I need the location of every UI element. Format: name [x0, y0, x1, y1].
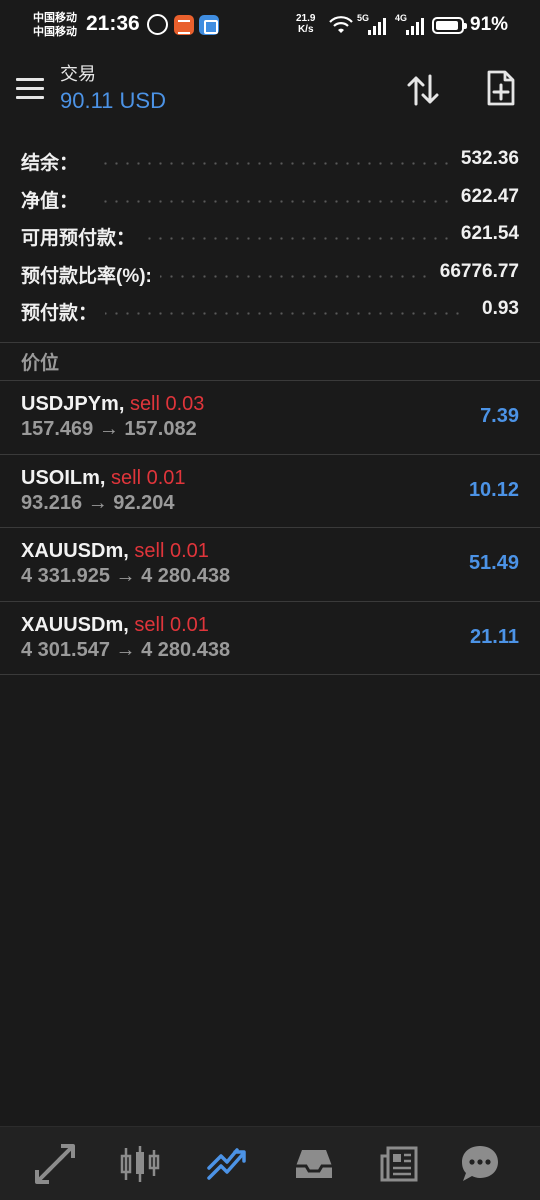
app-notification-icon: [174, 15, 194, 35]
position-symbol: XAUUSDm: [21, 540, 124, 562]
clock: 21:36: [86, 12, 140, 35]
signal-icon-2: [404, 15, 426, 35]
summary-label: 预付款比率(%):: [21, 260, 160, 288]
summary-row-margin: 预付款： 0.93: [0, 290, 540, 328]
bottom-nav: [0, 1126, 540, 1200]
speed-unit: K/s: [297, 24, 314, 35]
floating-profit: 90.11 USD: [60, 88, 166, 113]
summary-label: 可用预付款：: [21, 223, 144, 250]
carrier-2: 中国移动: [33, 26, 77, 38]
position-profit: 7.39: [480, 405, 519, 427]
divider: [0, 342, 540, 343]
menu-icon[interactable]: [16, 78, 44, 100]
battery-icon: [432, 17, 467, 34]
quotes-icon[interactable]: [33, 1142, 77, 1186]
position-side: sell 0.03: [129, 393, 205, 415]
chat-icon[interactable]: [458, 1142, 502, 1186]
carrier-labels: 中国移动 中国移动: [33, 11, 77, 39]
app-notification-icon-2: [199, 15, 219, 35]
position-symbol: XAUUSDm: [21, 613, 124, 636]
signal-icon-1: [366, 15, 388, 35]
summary-value: 66776.77: [429, 260, 519, 283]
position-profit: 21.11: [470, 625, 519, 648]
summary-value: 532.36: [450, 148, 519, 170]
position-row[interactable]: USDJPYm, sell 0.03 157.469 → 157.082 7.3…: [0, 381, 540, 455]
summary-value: 621.54: [450, 223, 519, 245]
position-symbol: USDJPYm: [21, 393, 119, 415]
position-profit: 10.12: [468, 478, 519, 501]
position-row[interactable]: XAUUSDm, sell 0.01 4 331.925 → 4 280.438…: [0, 528, 540, 602]
battery-percent: 91%: [470, 14, 509, 35]
summary-value: 622.47: [450, 185, 519, 208]
position-profit: 51.49: [468, 552, 519, 574]
position-side: sell 0.01: [134, 540, 209, 562]
app-header: 交易 90.11 USD: [0, 50, 540, 130]
position-side: sell 0.01: [111, 466, 186, 489]
summary-label: 结余：: [21, 148, 87, 175]
section-title: 价位: [21, 353, 60, 374]
summary-row-balance: 结余： 532.36: [0, 140, 540, 178]
wifi-icon: [329, 16, 353, 33]
dotted-leader: [100, 312, 460, 315]
position-header: XAUUSDm, sell 0.01: [21, 540, 209, 562]
status-bar: 中国移动 中国移动 21:36 21.9 K/s 5G 4G 91%: [0, 0, 540, 50]
positions-list: USDJPYm, sell 0.03 157.469 → 157.082 7.3…: [0, 381, 540, 675]
dotted-leader: [100, 199, 460, 203]
account-summary: 结余： 532.36 净值： 622.47 可用预付款： 621.54 预付款比…: [0, 140, 540, 328]
summary-value: 0.93: [472, 298, 519, 320]
news-icon[interactable]: [378, 1142, 422, 1186]
position-prices: 93.216 → 92.204: [21, 491, 175, 514]
position-prices: 157.469 → 157.082: [21, 418, 197, 440]
summary-row-equity: 净值： 622.47: [0, 178, 540, 216]
position-header: XAUUSDm, sell 0.01: [21, 613, 209, 636]
dotted-leader: [100, 237, 460, 240]
position-row[interactable]: XAUUSDm, sell 0.01 4 301.547 → 4 280.438…: [0, 602, 540, 675]
summary-row-free-margin: 可用预付款： 621.54: [0, 215, 540, 253]
position-side: sell 0.01: [134, 613, 209, 636]
history-inbox-icon[interactable]: [292, 1142, 336, 1186]
position-prices: 4 301.547 → 4 280.438: [21, 638, 231, 661]
summary-label: 净值：: [21, 185, 87, 213]
trade-icon[interactable]: [205, 1142, 249, 1186]
sort-icon[interactable]: [403, 70, 443, 110]
position-row[interactable]: USOILm, sell 0.01 93.216 → 92.204 10.12: [0, 455, 540, 528]
page-title: 交易: [60, 64, 96, 84]
carrier-1: 中国移动: [33, 12, 77, 24]
speed-value: 21.9: [296, 13, 316, 24]
new-order-icon[interactable]: [481, 68, 521, 108]
summary-row-margin-level: 预付款比率(%): 66776.77: [0, 253, 540, 291]
chart-candles-icon[interactable]: [118, 1142, 162, 1186]
summary-label: 预付款：: [21, 298, 106, 325]
alarm-icon: [147, 14, 168, 35]
position-header: USOILm, sell 0.01: [21, 466, 186, 489]
position-symbol: USOILm: [21, 466, 100, 489]
dotted-leader: [100, 162, 460, 165]
network-speed: 21.9 K/s: [296, 13, 315, 35]
position-prices: 4 331.925 → 4 280.438: [21, 565, 231, 587]
position-header: USDJPYm, sell 0.03: [21, 393, 205, 415]
